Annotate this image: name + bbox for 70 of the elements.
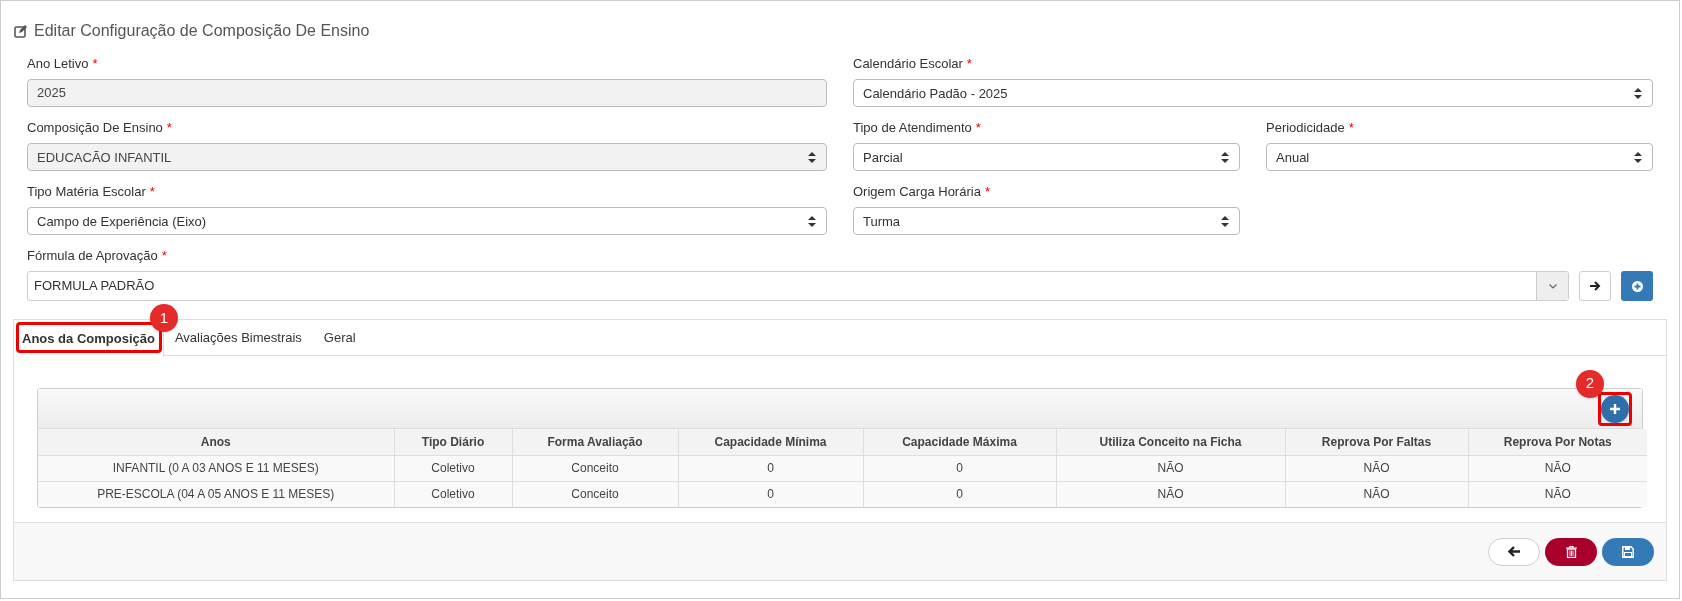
required-mark: * [984, 183, 990, 202]
add-button[interactable] [1621, 271, 1653, 301]
tab[interactable]: Geral [312, 320, 367, 356]
column-header: Forma Avaliação [512, 429, 678, 455]
table-cell: NÃO [1285, 481, 1468, 507]
column-header: Reprova Por Notas [1468, 429, 1647, 455]
required-mark: * [92, 55, 98, 74]
plus-circle-icon [1631, 280, 1643, 292]
column-header: Capacidade Mínima [678, 429, 863, 455]
table-cell: 0 [863, 455, 1056, 481]
dropdown-toggle[interactable] [1536, 272, 1568, 300]
callout-badge: 2 [1576, 369, 1604, 398]
table-cell: 0 [678, 481, 863, 507]
plus-icon [1610, 403, 1620, 414]
updown-icon [1221, 215, 1229, 227]
back-button[interactable] [1488, 537, 1540, 566]
table-cell: INFANTIL (0 A 03 ANOS E 11 MESES) [38, 455, 394, 481]
select-field[interactable]: Campo de Experiência (Eixo) [27, 207, 827, 235]
select-field[interactable]: Anual [1266, 143, 1653, 171]
table-cell: Coletivo [394, 455, 512, 481]
table-cell: NÃO [1468, 481, 1647, 507]
column-header: Tipo Diário [394, 429, 512, 455]
table-cell: 0 [863, 481, 1056, 507]
table-cell: NÃO [1285, 455, 1468, 481]
arrow-right-icon [1589, 281, 1601, 291]
updown-icon [808, 215, 816, 227]
field-label: Ano Letivo [27, 55, 89, 74]
table-cell: NÃO [1468, 455, 1647, 481]
select-field[interactable]: Parcial [853, 143, 1240, 171]
required-mark: * [161, 247, 167, 266]
table-cell: Coletivo [394, 481, 512, 507]
field-label: Composição De Ensino [27, 119, 163, 138]
callout-badge: 1 [149, 304, 178, 332]
field-label: Periodicidade [1266, 119, 1345, 138]
arrow-left-icon [1508, 546, 1520, 557]
table-cell: Conceito [512, 455, 678, 481]
go-button[interactable] [1579, 271, 1611, 301]
combo-field[interactable]: FORMULA PADRÃO [27, 271, 1569, 301]
table-cell: Conceito [512, 481, 678, 507]
updown-icon [808, 151, 816, 163]
field-label: Origem Carga Horária [853, 183, 981, 202]
required-mark: * [966, 55, 972, 74]
column-header: Utiliza Conceito na Ficha [1056, 429, 1285, 455]
trash-icon [1565, 545, 1577, 558]
table-cell: NÃO [1056, 481, 1285, 507]
updown-icon [1634, 87, 1642, 99]
field-label: Calendário Escolar [853, 55, 963, 74]
column-header: Anos [38, 429, 394, 455]
required-mark: * [1348, 119, 1354, 138]
select-field[interactable]: Calendário Padão - 2025 [853, 79, 1653, 107]
field-label: Fórmula de Aprovação [27, 247, 158, 266]
updown-icon [1634, 151, 1642, 163]
delete-button[interactable] [1545, 537, 1597, 566]
required-mark: * [149, 183, 155, 202]
edit-icon [14, 24, 28, 38]
column-header: Reprova Por Faltas [1285, 429, 1468, 455]
column-header: Capacidade Máxima [863, 429, 1056, 455]
save-button[interactable] [1602, 537, 1654, 566]
required-mark: * [975, 119, 981, 138]
chevron-down-icon [1548, 283, 1557, 289]
updown-icon [1221, 151, 1229, 163]
select-field[interactable]: Turma [853, 207, 1240, 235]
page-title: Editar Configuração de Composição De Ensino [34, 21, 370, 41]
field-label: Tipo de Atendimento [853, 119, 972, 138]
table-cell: NÃO [1056, 455, 1285, 481]
table-cell: PRE-ESCOLA (04 A 05 ANOS E 11 MESES) [38, 481, 394, 507]
field-label: Tipo Matéria Escolar [27, 183, 146, 202]
add-row-button[interactable] [1601, 394, 1629, 423]
table-cell: 0 [678, 455, 863, 481]
required-mark: * [166, 119, 172, 138]
